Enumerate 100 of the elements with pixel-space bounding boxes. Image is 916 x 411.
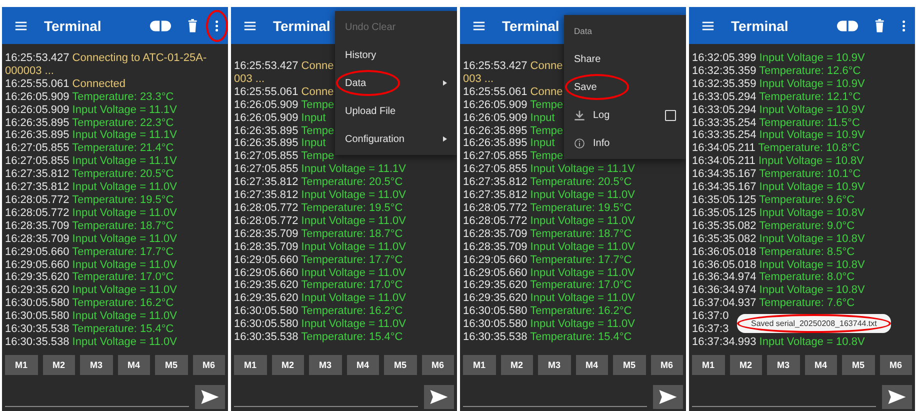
- menu-heading: Data: [573, 25, 593, 38]
- macro-button[interactable]: M1: [5, 355, 38, 375]
- macro-button[interactable]: M2: [42, 355, 75, 375]
- log-line: 16:26:35.895 Input: [234, 137, 326, 150]
- log-line: 16:27:35.812 Input Voltage = 11.0V: [5, 181, 177, 194]
- log-line: 16:28:35.709 Temperature: 18.7°C: [234, 228, 403, 241]
- log-line: 16:27:05.855 Tempe: [463, 150, 564, 164]
- macro-button[interactable]: M6: [422, 355, 454, 375]
- trash-icon[interactable]: [187, 18, 198, 32]
- macro-button[interactable]: M6: [880, 355, 912, 375]
- log-line: 16:35:35.082 Input Voltage = 10.8V: [692, 232, 865, 246]
- log-line: 16:25:55.061 Conne: [463, 86, 563, 99]
- log-line: 16:27:35.812 Temperature: 20.5°C: [463, 176, 632, 190]
- log-line: 16:28:05.772 Temperature: 19.5°C: [234, 202, 403, 215]
- menu-item[interactable]: Upload File: [335, 97, 457, 125]
- log-line: 16:26:05.909 Tempe: [463, 98, 564, 112]
- menu-item[interactable]: Save: [564, 73, 686, 101]
- trash-icon[interactable]: [874, 18, 886, 32]
- app-title: Terminal: [502, 18, 560, 34]
- macro-button[interactable]: M4: [576, 355, 608, 375]
- log-line: 16:25:55.061 Conne: [234, 86, 334, 99]
- send-button[interactable]: [195, 385, 225, 409]
- log-line: 16:26:35.895 Tempe: [234, 124, 334, 138]
- macro-button[interactable]: M2: [500, 355, 533, 375]
- log-line: 16:27:35.812 Input Voltage = 11.0V: [234, 189, 406, 202]
- log-line: 16:30:05.580 Input Voltage = 11.0V: [5, 310, 177, 324]
- send-button[interactable]: [882, 385, 912, 409]
- more-icon[interactable]: [901, 18, 907, 32]
- log-line: 16:30:35.538 Temperature: 15.4°C: [234, 331, 403, 344]
- macro-button[interactable]: M4: [346, 355, 379, 375]
- log-line: 16:26:05.909 Temperature: 23.3°C: [5, 90, 174, 104]
- macro-button[interactable]: M5: [842, 355, 874, 375]
- macro-button[interactable]: M3: [538, 355, 570, 375]
- log-line: 16:36:34.974 Temperature: 8.0°C: [692, 271, 855, 284]
- macro-button[interactable]: M2: [272, 355, 304, 375]
- log-line: 16:35:05.125 Input Voltage = 10.8V: [692, 206, 865, 220]
- macro-button[interactable]: M3: [80, 355, 112, 375]
- log-line: 16:27:05.855 Tempe: [234, 150, 334, 164]
- log-line: 16:32:35.359 Temperature: 12.6°C: [692, 64, 861, 78]
- send-icon: [659, 390, 677, 404]
- send-button[interactable]: [653, 385, 683, 409]
- app-title: Terminal: [273, 18, 330, 34]
- macro-button[interactable]: M5: [384, 355, 416, 375]
- log-line: 16:37:3: [692, 323, 729, 336]
- macro-button[interactable]: M4: [804, 355, 837, 375]
- log-line: 16:28:35.709 Input Voltage = 11.0V: [463, 240, 635, 254]
- log-line: 16:26:05.909 Input: [234, 112, 326, 125]
- log-line: 16:29:05.660 Temperature: 17.7°C: [5, 246, 174, 258]
- log-line: 16:26:35.895 Temperature: 22.3°C: [5, 116, 174, 130]
- macro-button[interactable]: M6: [650, 355, 683, 375]
- macro-button[interactable]: M3: [767, 355, 800, 375]
- menu-item[interactable]: Configuration: [335, 125, 457, 153]
- menu-item[interactable]: Info: [564, 129, 686, 157]
- log-line: 16:37:0: [692, 310, 729, 324]
- log-line: 16:28:35.709 Temperature: 18.7°C: [5, 220, 174, 233]
- log-line: 16:28:05.772 Temperature: 19.5°C: [463, 202, 632, 215]
- menu-item[interactable]: History: [335, 41, 457, 69]
- log-line: 003 ...: [463, 72, 494, 86]
- macro-button[interactable]: M5: [155, 355, 188, 375]
- log-line: 16:25:53.427 Conne: [463, 60, 563, 73]
- log-line: 16:30:05.580 Temperature: 16.2°C: [234, 305, 403, 318]
- send-icon: [888, 390, 906, 404]
- log-line: 16:26:35.895 Input: [463, 137, 555, 150]
- checkbox[interactable]: [665, 110, 676, 120]
- log-line: 16:30:35.538 Input Voltage = 11.0V: [5, 336, 177, 349]
- log-line: 16:29:35.620 Temperature: 17.0°C: [463, 279, 632, 292]
- macro-button[interactable]: M5: [613, 355, 646, 375]
- macro-button[interactable]: M2: [730, 355, 762, 375]
- send-icon: [430, 390, 448, 404]
- log-line: 16:30:05.580 Temperature: 16.2°C: [5, 297, 174, 310]
- menu-item[interactable]: Log: [564, 101, 686, 129]
- info-icon: [574, 138, 585, 148]
- log-line: 16:25:53.427 Connecting to ATC-01-25A-000003 ...: [5, 52, 208, 78]
- log-line: 16:28:35.709 Input Voltage = 11.0V: [234, 240, 406, 254]
- log-line: 16:30:05.580 Temperature: 16.2°C: [463, 305, 632, 318]
- plug-icon[interactable]: [837, 18, 858, 32]
- menu-item[interactable]: Share: [564, 45, 686, 73]
- app-title: Terminal: [44, 18, 102, 34]
- log-line: 16:26:05.909 Tempe: [234, 98, 334, 112]
- more-icon[interactable]: [206, 10, 228, 42]
- log-line: 16:29:35.620 Input Voltage = 11.0V: [234, 292, 406, 306]
- log-line: 003 ...: [234, 72, 265, 86]
- toast-message: Saved serial_20250208_163744.txt: [737, 314, 891, 333]
- macro-button[interactable]: M6: [192, 355, 225, 375]
- log-line: 16:37:04.937 Temperature: 7.6°C: [692, 297, 855, 310]
- macro-button[interactable]: M1: [234, 355, 266, 375]
- plug-icon[interactable]: [150, 18, 172, 32]
- log-line: 16:35:35.082 Temperature: 9.0°C: [692, 220, 855, 233]
- macro-button[interactable]: M1: [463, 355, 496, 375]
- log-line: 16:26:35.895 Tempe: [463, 124, 564, 138]
- log-line: 16:26:05.909 Input: [463, 112, 555, 125]
- macro-button[interactable]: M3: [309, 355, 342, 375]
- menu-item[interactable]: Data: [335, 69, 457, 97]
- log-line: 16:36:05.018 Input Voltage = 10.8V: [692, 258, 865, 272]
- macro-button[interactable]: M4: [118, 355, 150, 375]
- log-line: 16:36:05.018 Temperature: 8.5°C: [692, 246, 855, 258]
- log-line: 16:36:34.974 Input Voltage = 10.8V: [692, 284, 865, 298]
- send-button[interactable]: [424, 385, 454, 409]
- macro-button[interactable]: M1: [692, 355, 724, 375]
- log-line: 16:28:05.772 Input Voltage = 11.0V: [234, 214, 406, 228]
